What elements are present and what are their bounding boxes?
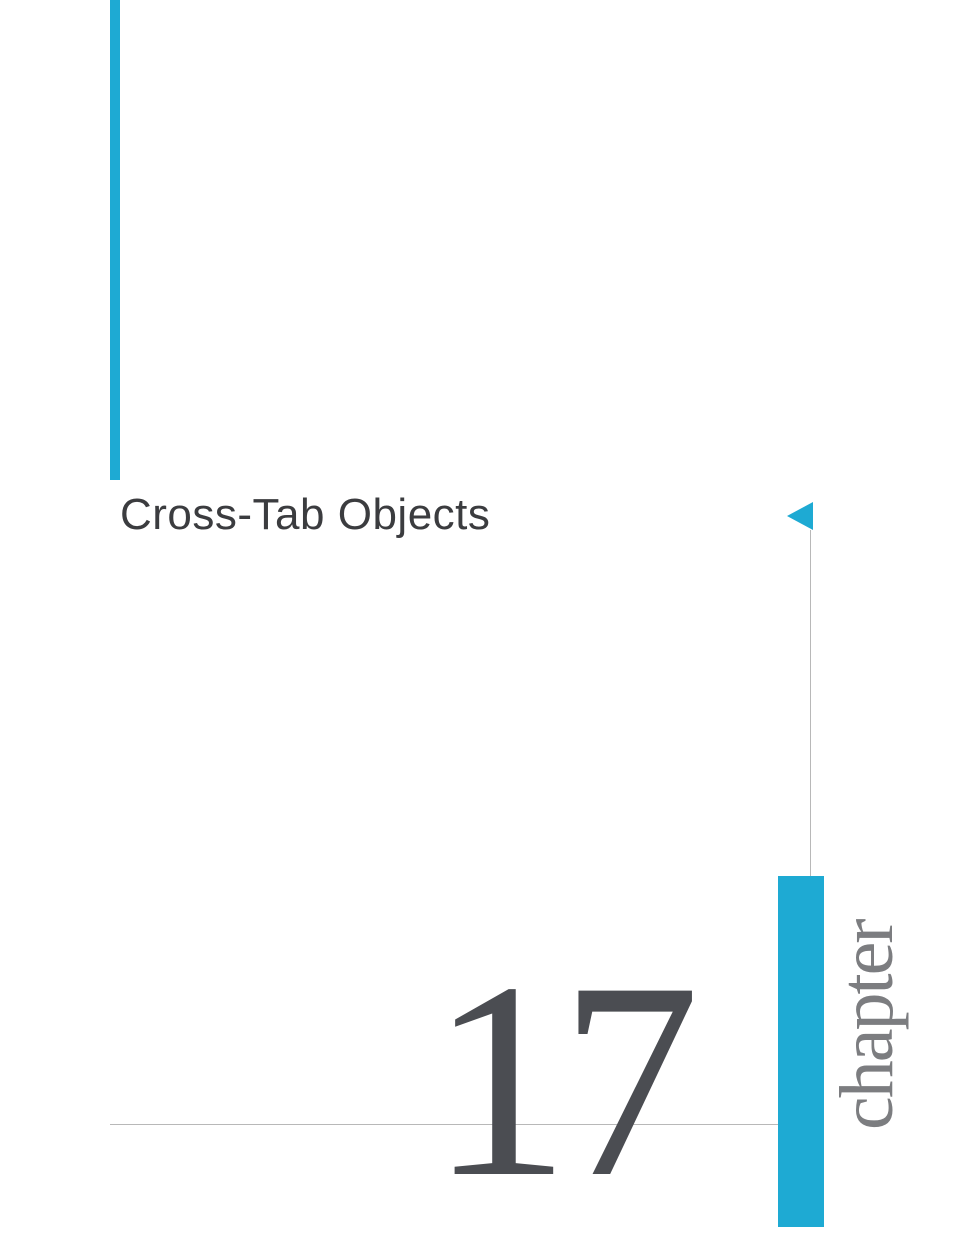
top-accent-bar [110, 0, 120, 480]
chapter-title: Cross-Tab Objects [120, 490, 490, 540]
triangle-marker-icon [787, 502, 813, 530]
chapter-number: 17 [430, 940, 690, 1220]
bottom-accent-bar [778, 876, 824, 1227]
chapter-label: chapter [824, 830, 911, 1130]
